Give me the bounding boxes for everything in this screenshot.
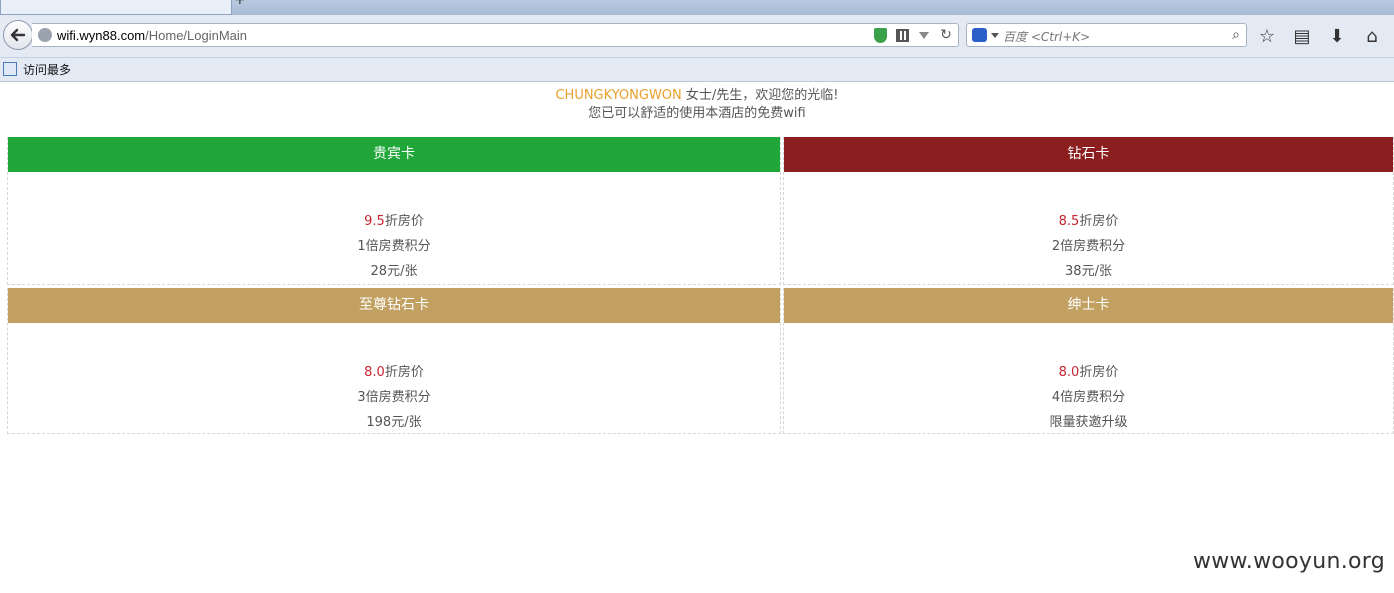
- url-text[interactable]: wifi.wyn88.com/Home/LoginMain: [57, 28, 247, 43]
- toolbar-icons: ☆ ▤ ⬇ ⌂: [1255, 24, 1384, 48]
- search-placeholder: 百度 <Ctrl+K>: [1003, 30, 1091, 44]
- reload-icon[interactable]: ↻: [938, 27, 954, 43]
- address-bar-icons: ↻: [872, 27, 954, 43]
- card-discount: 8.5折房价: [784, 209, 1393, 234]
- tab-title: main: [23, 0, 53, 3]
- discount-value: 8.0: [1058, 365, 1080, 380]
- bookmark-most-visited[interactable]: 访问最多: [23, 61, 71, 78]
- card-discount: 8.0折房价: [8, 360, 780, 385]
- discount-value: 8.5: [1058, 214, 1080, 229]
- welcome-line-1: CHUNGKYONGWON 女士/先生，欢迎您的光临!: [0, 87, 1394, 105]
- new-tab-button[interactable]: +: [234, 0, 246, 8]
- url-path: /Home/LoginMain: [145, 28, 248, 43]
- discount-suffix: 折房价: [1079, 365, 1119, 380]
- discount-suffix: 折房价: [384, 365, 424, 380]
- card-points: 2倍房费积分: [1051, 239, 1126, 254]
- welcome-line-2: 您已可以舒适的使用本酒店的免费wifi: [588, 106, 806, 121]
- card-price: 198元/张: [366, 415, 422, 430]
- card-discount: 8.0折房价: [784, 360, 1393, 385]
- card-body: 8.0折房价 4倍房费积分 限量获邀升级: [784, 360, 1393, 435]
- watermark: www.wooyun.org: [1192, 549, 1385, 574]
- card-body: 8.0折房价 3倍房费积分 198元/张: [8, 360, 780, 435]
- back-arrow-icon: [10, 28, 26, 42]
- bookmark-folder-icon: [3, 62, 17, 76]
- card-price: 28元/张: [370, 264, 418, 279]
- card-diamond[interactable]: 钻石卡 8.5折房价 2倍房费积分 38元/张: [783, 137, 1394, 285]
- card-vip[interactable]: 贵宾卡 9.5折房价 1倍房费积分 28元/张: [7, 137, 781, 285]
- download-icon[interactable]: ⬇: [1325, 24, 1349, 48]
- search-bar[interactable]: 百度 <Ctrl+K> ⌕: [966, 23, 1247, 47]
- reading-list-icon[interactable]: ▤: [1290, 24, 1314, 48]
- tab-strip: main +: [0, 0, 1394, 15]
- star-icon[interactable]: ☆: [1255, 24, 1279, 48]
- discount-suffix: 折房价: [1079, 214, 1119, 229]
- card-gentleman[interactable]: 绅士卡 8.0折房价 4倍房费积分 限量获邀升级: [783, 288, 1394, 434]
- discount-value: 9.5: [364, 214, 385, 229]
- globe-icon: [38, 28, 52, 42]
- search-engine-dropdown-icon[interactable]: [991, 33, 999, 38]
- address-bar[interactable]: wifi.wyn88.com/Home/LoginMain ↻: [32, 23, 959, 47]
- card-body: 8.5折房价 2倍房费积分 38元/张: [784, 209, 1393, 284]
- card-supreme-diamond[interactable]: 至尊钻石卡 8.0折房价 3倍房费积分 198元/张: [7, 288, 781, 434]
- card-price: 限量获邀升级: [1049, 415, 1128, 430]
- home-icon[interactable]: ⌂: [1360, 24, 1384, 48]
- card-title: 至尊钻石卡: [8, 288, 780, 323]
- dropdown-icon[interactable]: [916, 27, 932, 43]
- card-title: 绅士卡: [784, 288, 1393, 323]
- welcome-message: CHUNGKYONGWON 女士/先生，欢迎您的光临! 您已可以舒适的使用本酒店…: [0, 87, 1394, 123]
- card-title: 钻石卡: [784, 137, 1393, 172]
- back-button[interactable]: [3, 20, 33, 50]
- discount-value: 8.0: [364, 365, 385, 380]
- url-host: wifi.wyn88.com: [57, 28, 146, 43]
- shield-icon[interactable]: [872, 27, 888, 43]
- card-discount: 9.5折房价: [8, 209, 780, 234]
- baidu-paw-icon[interactable]: [972, 28, 987, 42]
- search-icon[interactable]: ⌕: [1232, 27, 1240, 43]
- card-price: 38元/张: [1065, 264, 1112, 279]
- card-points: 4倍房费积分: [1051, 390, 1126, 405]
- card-body: 9.5折房价 1倍房费积分 28元/张: [8, 209, 780, 284]
- qr-code-icon[interactable]: [894, 27, 910, 43]
- card-points: 3倍房费积分: [357, 390, 431, 405]
- discount-suffix: 折房价: [384, 214, 424, 229]
- tab-main[interactable]: main: [0, 0, 232, 15]
- bookmarks-toolbar: 访问最多: [0, 58, 1394, 82]
- greeting-text: 女士/先生，欢迎您的光临!: [681, 88, 839, 103]
- card-points: 1倍房费积分: [357, 239, 431, 254]
- guest-name: CHUNGKYONGWON: [555, 88, 682, 103]
- navigation-toolbar: wifi.wyn88.com/Home/LoginMain ↻ 百度 <Ctrl…: [0, 15, 1394, 58]
- card-title: 贵宾卡: [8, 137, 780, 172]
